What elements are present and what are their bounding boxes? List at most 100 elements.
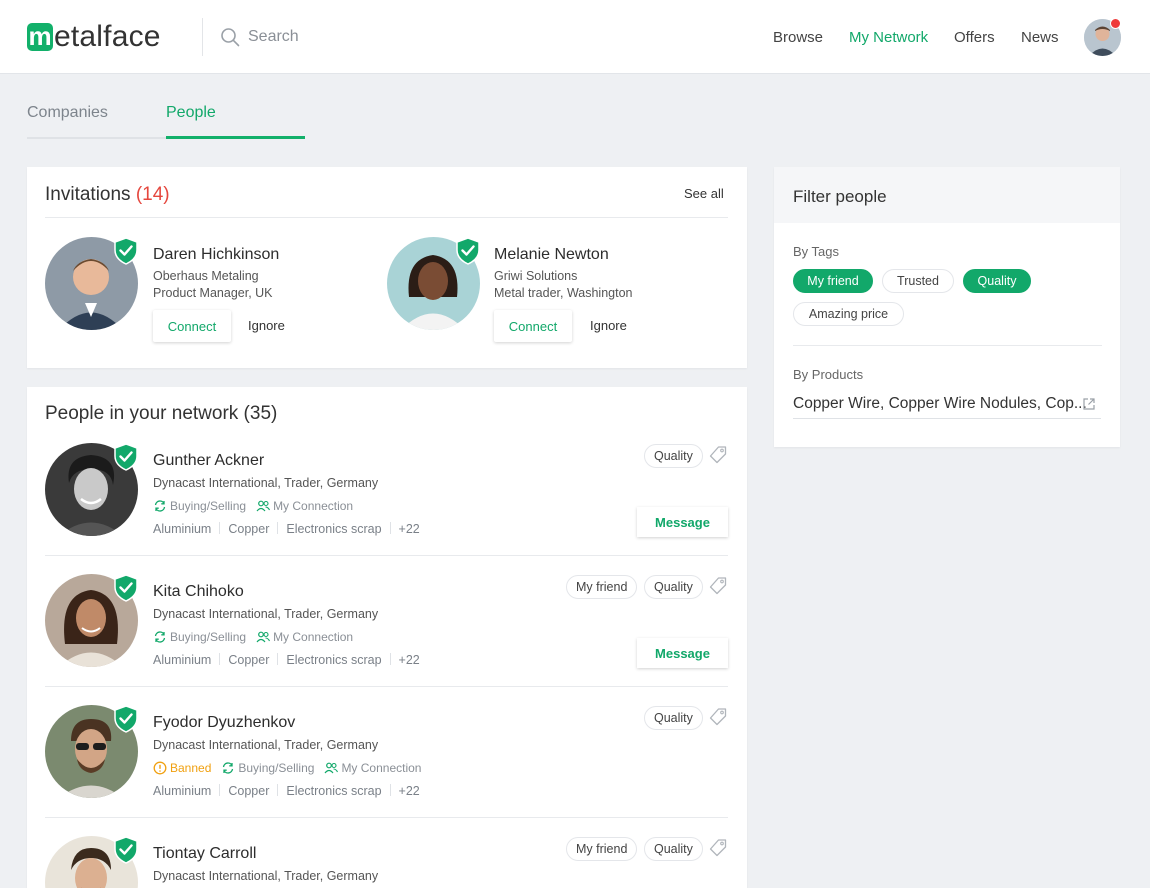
verified-badge-icon [114,836,138,864]
product-more[interactable]: +22 [399,653,420,667]
see-all-link[interactable]: See all [684,186,724,201]
row-divider [45,686,728,687]
tag-pill[interactable]: Quality [644,575,703,599]
filter-chip-my-friend[interactable]: My friend [793,269,873,293]
logo-mark: m [27,21,53,51]
buying-selling-status: Buying/Selling [221,761,314,775]
row-divider [45,555,728,556]
tag-pill[interactable]: Quality [644,837,703,861]
filter-chip-quality[interactable]: Quality [963,269,1031,293]
product-item: Electronics scrap [286,784,382,798]
person-name[interactable]: Tiontay Carroll [153,845,256,863]
my-connection-status: My Connection [256,499,353,513]
my-connection-status: My Connection [256,630,353,644]
tab-underline [27,137,166,139]
people-icon [256,500,271,512]
product-item: Aluminium [153,522,212,536]
person-name[interactable]: Melanie Newton [494,246,609,264]
tag-pill[interactable]: Quality [644,444,703,468]
person-role: Metal trader, Washington [494,286,633,300]
product-item: Copper [228,653,270,667]
verified-badge-icon [114,237,138,265]
invitations-count: (14) [135,184,170,205]
tab-companies[interactable]: Companies [27,104,108,122]
message-button[interactable]: Message [637,638,728,668]
verified-badge-icon [114,443,138,471]
nav-news[interactable]: News [1021,29,1059,46]
tag-icon[interactable] [708,445,728,465]
connect-button[interactable]: Connect [494,310,572,342]
logo-text: etalface [54,20,161,53]
metalface-logo[interactable]: m etalface [27,21,161,53]
tag-icon[interactable] [708,707,728,727]
people-icon [324,762,339,774]
products-input[interactable]: Copper Wire, Copper Wire Nodules, Cop... [793,395,1101,413]
by-tags-label: By Tags [793,244,840,259]
product-item: Aluminium [153,653,212,667]
sync-icon [154,500,166,512]
by-products-label: By Products [793,367,864,382]
status-line: Banned Buying/Selling My Connection [153,761,421,775]
sync-icon [223,762,234,774]
people-icon [256,631,271,643]
product-more[interactable]: +22 [399,784,420,798]
product-tags: Aluminium Copper Electronics scrap +22 [153,653,420,667]
product-item: Electronics scrap [286,653,382,667]
ignore-button[interactable]: Ignore [590,318,627,333]
person-name[interactable]: Daren Hichkinson [153,246,279,264]
nav-offers[interactable]: Offers [954,29,995,46]
product-tags: Aluminium Copper Electronics scrap +22 [153,784,420,798]
tab-people[interactable]: People [166,104,216,122]
person-name[interactable]: Fyodor Dyuzhenkov [153,714,295,732]
person-info: Dynacast International, Trader, Germany [153,476,379,490]
notification-dot [1110,18,1121,29]
product-item: Electronics scrap [286,522,382,536]
tag-pill[interactable]: Quality [644,706,703,730]
header-divider [202,18,203,56]
person-company: Griwi Solutions [494,269,578,283]
nav-my-network[interactable]: My Network [849,29,928,46]
ignore-button[interactable]: Ignore [248,318,285,333]
invitations-divider [45,217,728,218]
status-line: Buying/Selling My Connection [153,499,353,513]
tag-pill[interactable]: My friend [566,575,638,599]
tag-icon[interactable] [708,838,728,858]
sync-icon [154,631,166,643]
verified-badge-icon [114,705,138,733]
product-item: Copper [228,784,270,798]
person-info: Dynacast International, Trader, Germany [153,607,379,621]
external-link-icon[interactable] [1082,397,1096,411]
person-name[interactable]: Gunther Ackner [153,452,264,470]
warning-icon [153,761,167,775]
search-input[interactable] [248,28,448,46]
filter-title: Filter people [793,187,887,206]
product-item: Aluminium [153,784,212,798]
product-more[interactable]: +22 [399,522,420,536]
person-info: Dynacast International, Trader, Germany [153,738,379,752]
search-box[interactable] [220,26,448,48]
banned-status: Banned [153,761,211,775]
products-input-underline [793,418,1101,419]
connect-button[interactable]: Connect [153,310,231,342]
filter-chip-trusted[interactable]: Trusted [882,269,954,293]
verified-badge-icon [114,574,138,602]
search-icon [221,28,240,47]
tag-pill[interactable]: My friend [566,837,638,861]
invitations-title: Invitations (14) [45,184,170,206]
tag-icon[interactable] [708,576,728,596]
filter-divider [793,345,1102,346]
person-info: Dynacast International, Trader, Germany [153,869,379,883]
tab-active-indicator [166,136,305,139]
top-header: m etalface Browse My Network Offers News [0,0,1150,74]
person-company: Oberhaus Metaling [153,269,259,283]
filter-chip-amazing-price[interactable]: Amazing price [793,302,904,326]
row-divider [45,817,728,818]
invitations-title-text: Invitations [45,184,131,205]
verified-badge-icon [456,237,480,265]
network-title: People in your network (35) [45,403,278,424]
nav-browse[interactable]: Browse [773,29,823,46]
product-tags: Aluminium Copper Electronics scrap +22 [153,522,420,536]
status-line: Buying/Selling My Connection [153,630,353,644]
person-name[interactable]: Kita Chihoko [153,583,244,601]
message-button[interactable]: Message [637,507,728,537]
